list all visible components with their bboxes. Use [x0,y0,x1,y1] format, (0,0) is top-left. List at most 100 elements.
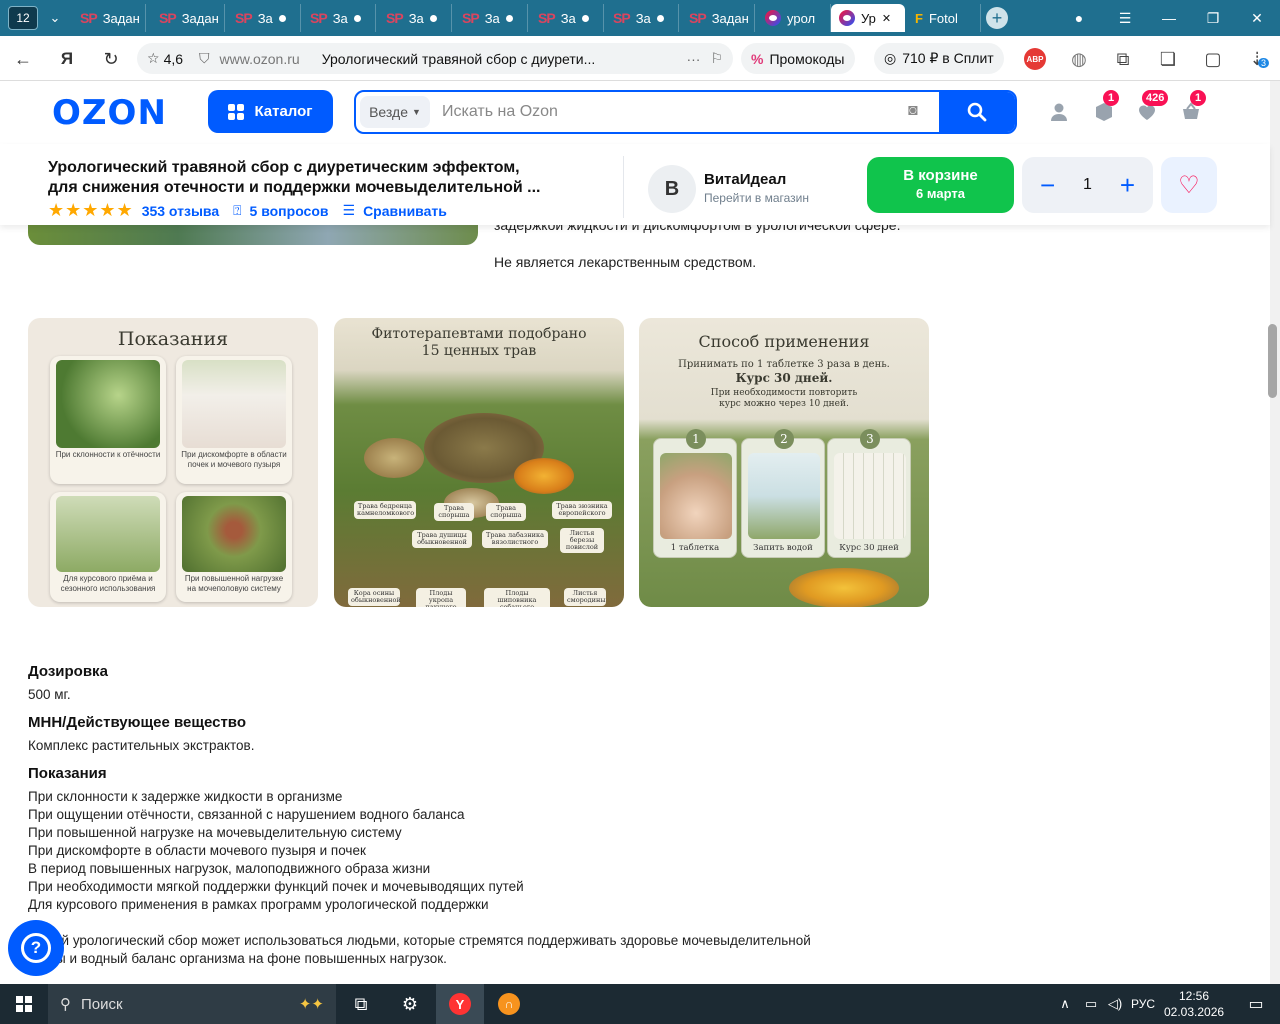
clock-time: 12:56 [1178,989,1210,1003]
plus-icon[interactable]: + [1120,170,1135,201]
herb-label: Кора осины обыкновенной [348,588,401,606]
url-domain: www.ozon.ru [219,50,300,67]
browser-tab[interactable]: SP За [454,4,528,32]
browser-tab[interactable]: SP Задан [72,4,146,32]
catalog-button[interactable]: Каталог [208,90,333,133]
browser-tab[interactable]: F Fotol [907,4,981,32]
shop-link[interactable]: Перейти в магазин [704,191,809,205]
gallery-card-indications[interactable]: Показания При склонности к отёчности При… [28,318,318,607]
tab-label: За [560,10,576,26]
calendar-image [834,453,906,539]
extensions-icon[interactable]: ⧉ [1110,46,1136,72]
camera-icon[interactable]: ◙ [908,102,918,120]
volume-icon[interactable]: ◁) [1102,984,1128,1024]
globe-icon[interactable]: ◍ [1066,46,1092,72]
browser-tab[interactable]: Ур ✕ [831,4,905,32]
tab-audio-dot-icon [353,14,361,22]
add-favorite-button[interactable]: ♡ [1161,157,1217,213]
browser-tab[interactable]: SP За [227,4,301,32]
orders-icon[interactable]: 1 [1091,90,1119,125]
search-button[interactable] [939,92,1015,132]
network-icon[interactable]: ▭ [1078,984,1104,1024]
profile-icon[interactable]: ● [1066,6,1092,30]
scrollbar[interactable] [1270,81,1280,984]
user-icon[interactable] [1046,99,1072,125]
split-button[interactable]: ◎ 710 ₽ в Сплит [874,43,1004,74]
downloads-icon[interactable]: ⇣ 3 [1244,46,1270,72]
step-number: 1 [686,429,706,449]
quantity-value: 1 [1083,176,1092,193]
gallery-card-herbs[interactable]: Фитотерапевтами подобрано 15 ценных трав… [334,318,624,607]
new-tab-button[interactable]: + [986,7,1008,29]
promo-button[interactable]: % Промокоды [741,43,855,74]
more-icon[interactable]: ··· [686,51,700,67]
browser-tab[interactable]: SP Задан [681,4,755,32]
windows-start-icon[interactable] [0,984,48,1024]
tab-count-button[interactable]: 12 [8,6,38,30]
browser-tab[interactable]: урол [757,4,831,32]
minus-icon[interactable]: − [1040,170,1055,201]
search-scope-select[interactable]: Везде ▼ [360,96,430,128]
url-box[interactable]: ☆ 4,6 ⛉ www.ozon.ru Урологический травян… [137,43,733,74]
browser-tab[interactable]: SP Задан [151,4,225,32]
yandex-browser-icon[interactable]: Y [436,984,484,1024]
questions-link[interactable]: 5 вопросов [250,203,329,219]
indication-line: При повышенной нагрузке на мочевыделител… [28,825,402,840]
screenshot-icon[interactable]: ▢ [1200,46,1226,72]
close-tab-icon[interactable]: ✕ [882,12,891,25]
browser-tab[interactable]: SP За [378,4,452,32]
herb-label: Трава душицы обыкновенной [412,530,472,548]
tab-label: Задан [181,10,219,26]
indication-line: При ощущении отёчности, связанной с нару… [28,807,465,822]
taskbar-search-label: Поиск [81,995,123,1013]
indication-tile: При повышенной нагрузке на мочеполовую с… [176,492,292,602]
language-indicator[interactable]: РУС [1128,984,1158,1024]
catalog-label: Каталог [254,103,313,120]
herb-label: Трава спорыша [486,503,526,521]
gallery-card-usage[interactable]: Способ применения Принимать по 1 таблетк… [639,318,929,607]
minimize-icon[interactable]: — [1156,6,1182,30]
close-window-icon[interactable]: ✕ [1244,6,1270,30]
card-title: Способ применения [698,332,870,351]
split-icon: ◎ [884,50,897,66]
search-input[interactable] [442,92,922,132]
reload-icon[interactable]: ↻ [98,46,124,72]
ozon-logo[interactable]: OZON [52,93,167,133]
indication-tile: При склонности к отёчности [50,356,166,484]
reviews-link[interactable]: 353 отзыва [142,203,219,219]
favorites-icon[interactable]: 426 [1134,90,1169,125]
shop-name[interactable]: ВитаИдеал [704,171,786,188]
clock[interactable]: 12:56 02.03.2026 [1164,988,1224,1020]
tabs-dropdown-icon[interactable]: ⌄ [42,6,68,30]
browser-tab[interactable]: SP За [605,4,679,32]
taskbar-search[interactable]: ⚲ Поиск ✦✦ [48,984,336,1024]
help-button[interactable]: ? [8,920,64,976]
adblock-icon[interactable]: ABP [1024,48,1046,70]
usage-repeat: При необходимости повторить курс можно ч… [710,388,858,409]
compare-icon: ☰ [342,202,356,218]
notifications-icon[interactable]: ▭ [1232,984,1280,1024]
scrollbar-thumb[interactable] [1268,324,1277,398]
browser-tab[interactable]: SP За [530,4,604,32]
menu-icon[interactable]: ☰ [1112,6,1138,30]
tab-label: За [635,10,651,26]
ok-app-icon[interactable]: ∩ [485,984,533,1024]
tab-audio-dot-icon [656,14,664,22]
collections-icon[interactable]: ❏ [1155,46,1181,72]
indication-line: При дискомфорте в области мочевого пузыр… [28,843,366,858]
browser-tab[interactable]: SP За [302,4,376,32]
back-icon[interactable]: ← [10,46,36,72]
maximize-icon[interactable]: ❐ [1200,6,1226,30]
bookmark-icon[interactable]: ⚐ [710,50,723,67]
compare-link[interactable]: Сравнивать [363,203,447,219]
indication-line: При необходимости мягкой поддержки функц… [28,879,524,894]
herb-label: Трава спорыша [434,503,474,521]
settings-icon[interactable]: ⚙ [386,984,434,1024]
chevron-up-icon[interactable]: ∧ [1050,984,1080,1024]
cart-icon[interactable]: 1 [1178,90,1206,125]
in-cart-button[interactable]: В корзине 6 марта [867,157,1014,213]
shop-avatar[interactable]: В [648,165,696,213]
task-view-icon[interactable]: ⧉ [337,984,385,1024]
yandex-icon[interactable]: Я [54,46,80,72]
indication-line: В период повышенных нагрузок, малоподвиж… [28,861,431,876]
